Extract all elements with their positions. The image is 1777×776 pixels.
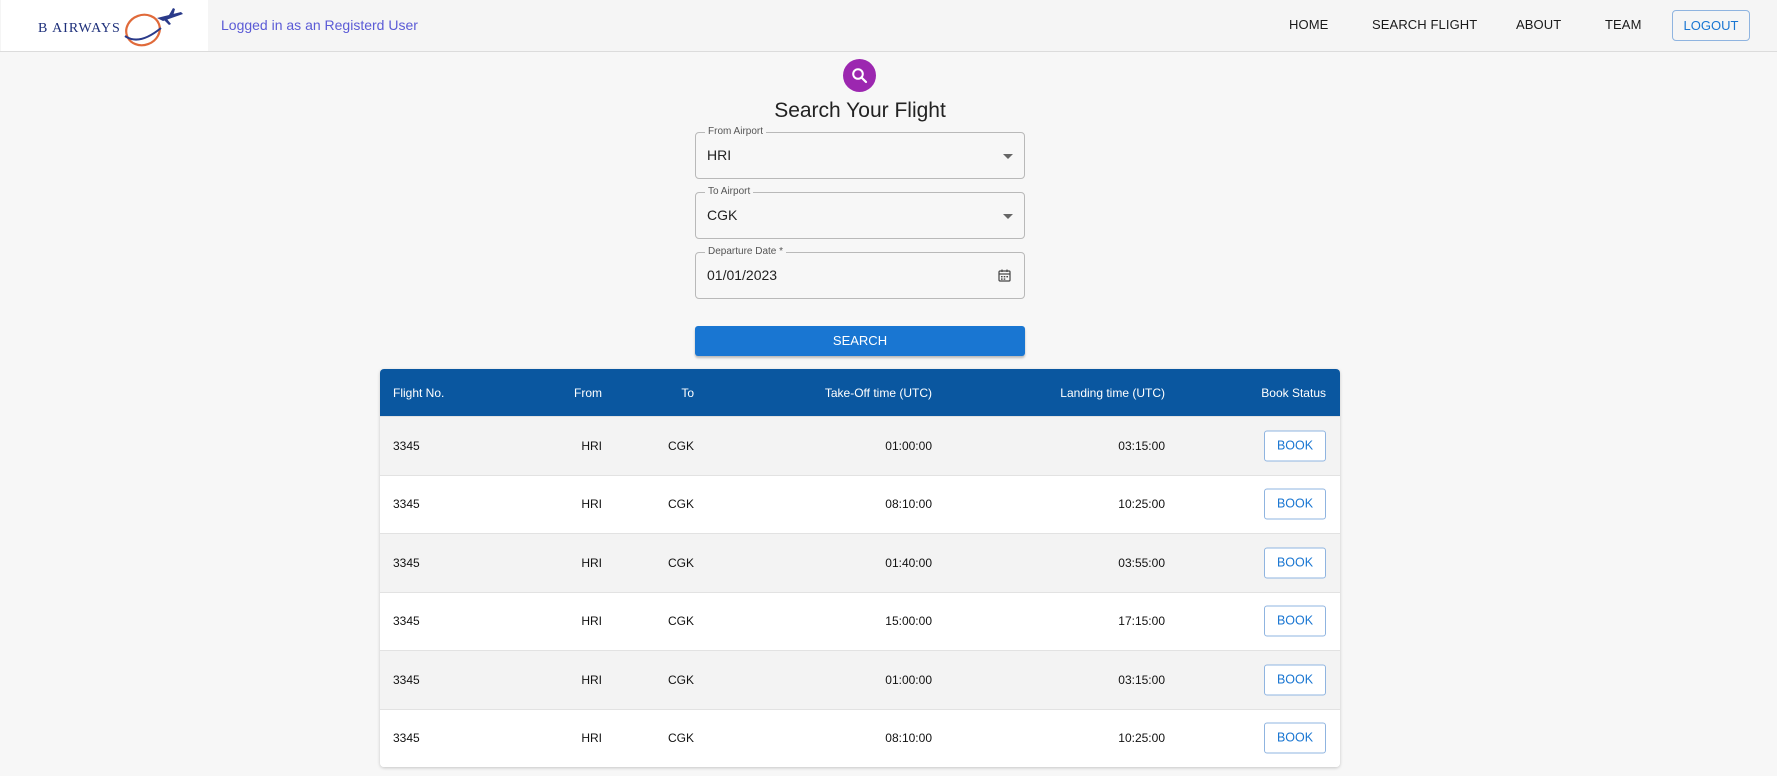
logout-button[interactable]: LOGOUT: [1672, 10, 1750, 41]
cell-flight-no: 3345: [393, 731, 420, 746]
header-landing: Landing time (UTC): [1060, 385, 1165, 400]
to-airport-value: CGK: [707, 207, 738, 223]
login-status-text: Logged in as an Registerd User: [221, 17, 418, 33]
cell-from: HRI: [581, 731, 602, 746]
cell-to: CGK: [667, 497, 694, 512]
nav-about[interactable]: ABOUT: [1516, 17, 1561, 32]
nav-home[interactable]: HOME: [1289, 17, 1328, 32]
header-to: To: [681, 385, 694, 400]
departure-date-label: Departure Date *: [705, 246, 787, 258]
cell-takeoff: 08:10:00: [885, 497, 932, 512]
cell-takeoff: 08:10:00: [885, 731, 932, 746]
header-from: From: [574, 385, 602, 400]
cell-flight-no: 3345: [393, 614, 420, 629]
cell-flight-no: 3345: [393, 672, 420, 687]
cell-from: HRI: [581, 497, 602, 512]
to-airport-label: To Airport: [705, 186, 754, 198]
table-row: 3345 HRI CGK 01:00:00 03:15:00 BOOK: [380, 416, 1340, 475]
cell-flight-no: 3345: [393, 497, 420, 512]
departure-date-value: 01/01/2023: [707, 267, 778, 283]
cell-takeoff: 15:00:00: [885, 614, 932, 629]
table-row: 3345 HRI CGK 01:40:00 03:55:00 BOOK: [380, 533, 1340, 592]
table-row: 3345 HRI CGK 15:00:00 17:15:00 BOOK: [380, 591, 1340, 650]
nav-search-flight[interactable]: SEARCH FLIGHT: [1372, 17, 1477, 32]
search-icon: [852, 68, 868, 84]
book-button[interactable]: BOOK: [1264, 664, 1326, 696]
from-airport-value: HRI: [707, 147, 732, 163]
cell-flight-no: 3345: [393, 438, 420, 453]
to-airport-select[interactable]: To Airport CGK: [695, 186, 1025, 239]
cell-takeoff: 01:00:00: [885, 438, 932, 453]
header-flight-no: Flight No.: [393, 385, 445, 400]
table-row: 3345 HRI CGK 08:10:00 10:25:00 BOOK: [380, 708, 1340, 767]
cell-landing: 10:25:00: [1118, 731, 1165, 746]
cell-flight-no: 3345: [393, 555, 420, 570]
cell-landing: 03:15:00: [1118, 438, 1165, 453]
app-header: B AIRWAYS Logged in as an Registerd User…: [0, 0, 1777, 52]
from-airport-label: From Airport: [705, 126, 767, 138]
cell-takeoff: 01:40:00: [885, 555, 932, 570]
cell-to: CGK: [667, 672, 694, 687]
logo-text: B AIRWAYS: [38, 21, 121, 36]
chevron-down-icon[interactable]: [1003, 154, 1013, 159]
cell-from: HRI: [581, 438, 602, 453]
from-airport-select[interactable]: From Airport HRI: [695, 126, 1025, 179]
cell-landing: 17:15:00: [1118, 614, 1165, 629]
departure-date-input[interactable]: Departure Date * 01/01/2023: [695, 246, 1025, 299]
book-button[interactable]: BOOK: [1264, 488, 1326, 520]
nav-team[interactable]: TEAM: [1605, 17, 1642, 32]
book-button[interactable]: BOOK: [1264, 430, 1326, 462]
table-row: 3345 HRI CGK 01:00:00 03:15:00 BOOK: [380, 650, 1340, 709]
header-book-status: Book Status: [1261, 385, 1326, 400]
cell-from: HRI: [581, 672, 602, 687]
chevron-down-icon[interactable]: [1003, 214, 1013, 219]
flight-results-table: Flight No. From To Take-Off time (UTC) L…: [380, 369, 1340, 767]
calendar-icon[interactable]: [998, 269, 1011, 282]
book-button[interactable]: BOOK: [1264, 605, 1326, 637]
book-button[interactable]: BOOK: [1264, 547, 1326, 579]
cell-to: CGK: [667, 614, 694, 629]
airline-logo[interactable]: B AIRWAYS: [1, 0, 208, 51]
cell-takeoff: 01:00:00: [885, 672, 932, 687]
search-avatar: [843, 59, 876, 92]
cell-to: CGK: [667, 555, 694, 570]
cell-to: CGK: [667, 731, 694, 746]
cell-landing: 03:55:00: [1118, 555, 1165, 570]
page-title: Search Your Flight: [774, 99, 946, 122]
cell-to: CGK: [667, 438, 694, 453]
table-header: Flight No. From To Take-Off time (UTC) L…: [380, 369, 1340, 416]
cell-landing: 10:25:00: [1118, 497, 1165, 512]
header-takeoff: Take-Off time (UTC): [824, 385, 932, 400]
cell-landing: 03:15:00: [1118, 672, 1165, 687]
search-button[interactable]: SEARCH: [695, 326, 1025, 356]
cell-from: HRI: [581, 614, 602, 629]
book-button[interactable]: BOOK: [1264, 722, 1326, 754]
cell-from: HRI: [581, 555, 602, 570]
plane-swoosh-icon: [124, 8, 183, 47]
table-row: 3345 HRI CGK 08:10:00 10:25:00 BOOK: [380, 474, 1340, 533]
